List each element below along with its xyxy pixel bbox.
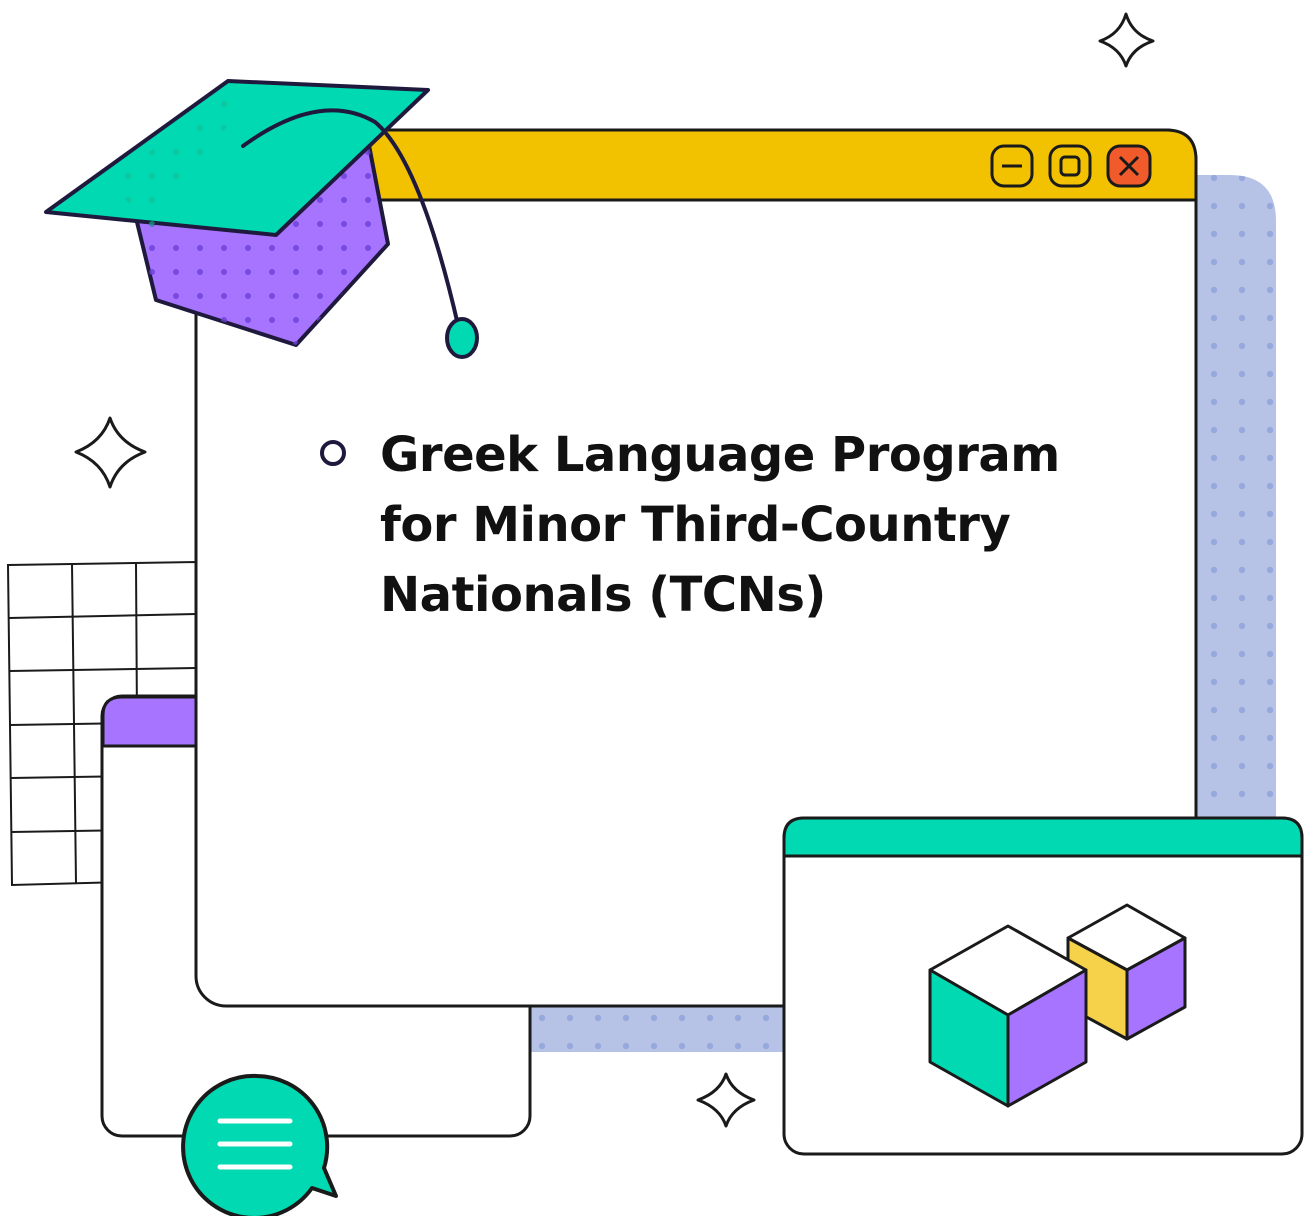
page-title: Greek Language Program for Minor Third-C…: [320, 420, 1080, 630]
minimize-button[interactable]: [990, 144, 1034, 188]
title-line-2: for Minor Third-Country: [380, 497, 1011, 553]
title-line-1: Greek Language Program: [380, 427, 1060, 483]
bullet-circle-icon: [320, 440, 346, 466]
close-button[interactable]: [1106, 144, 1152, 188]
title-line-3: Nationals (TCNs): [380, 567, 826, 623]
maximize-button[interactable]: [1048, 144, 1092, 188]
